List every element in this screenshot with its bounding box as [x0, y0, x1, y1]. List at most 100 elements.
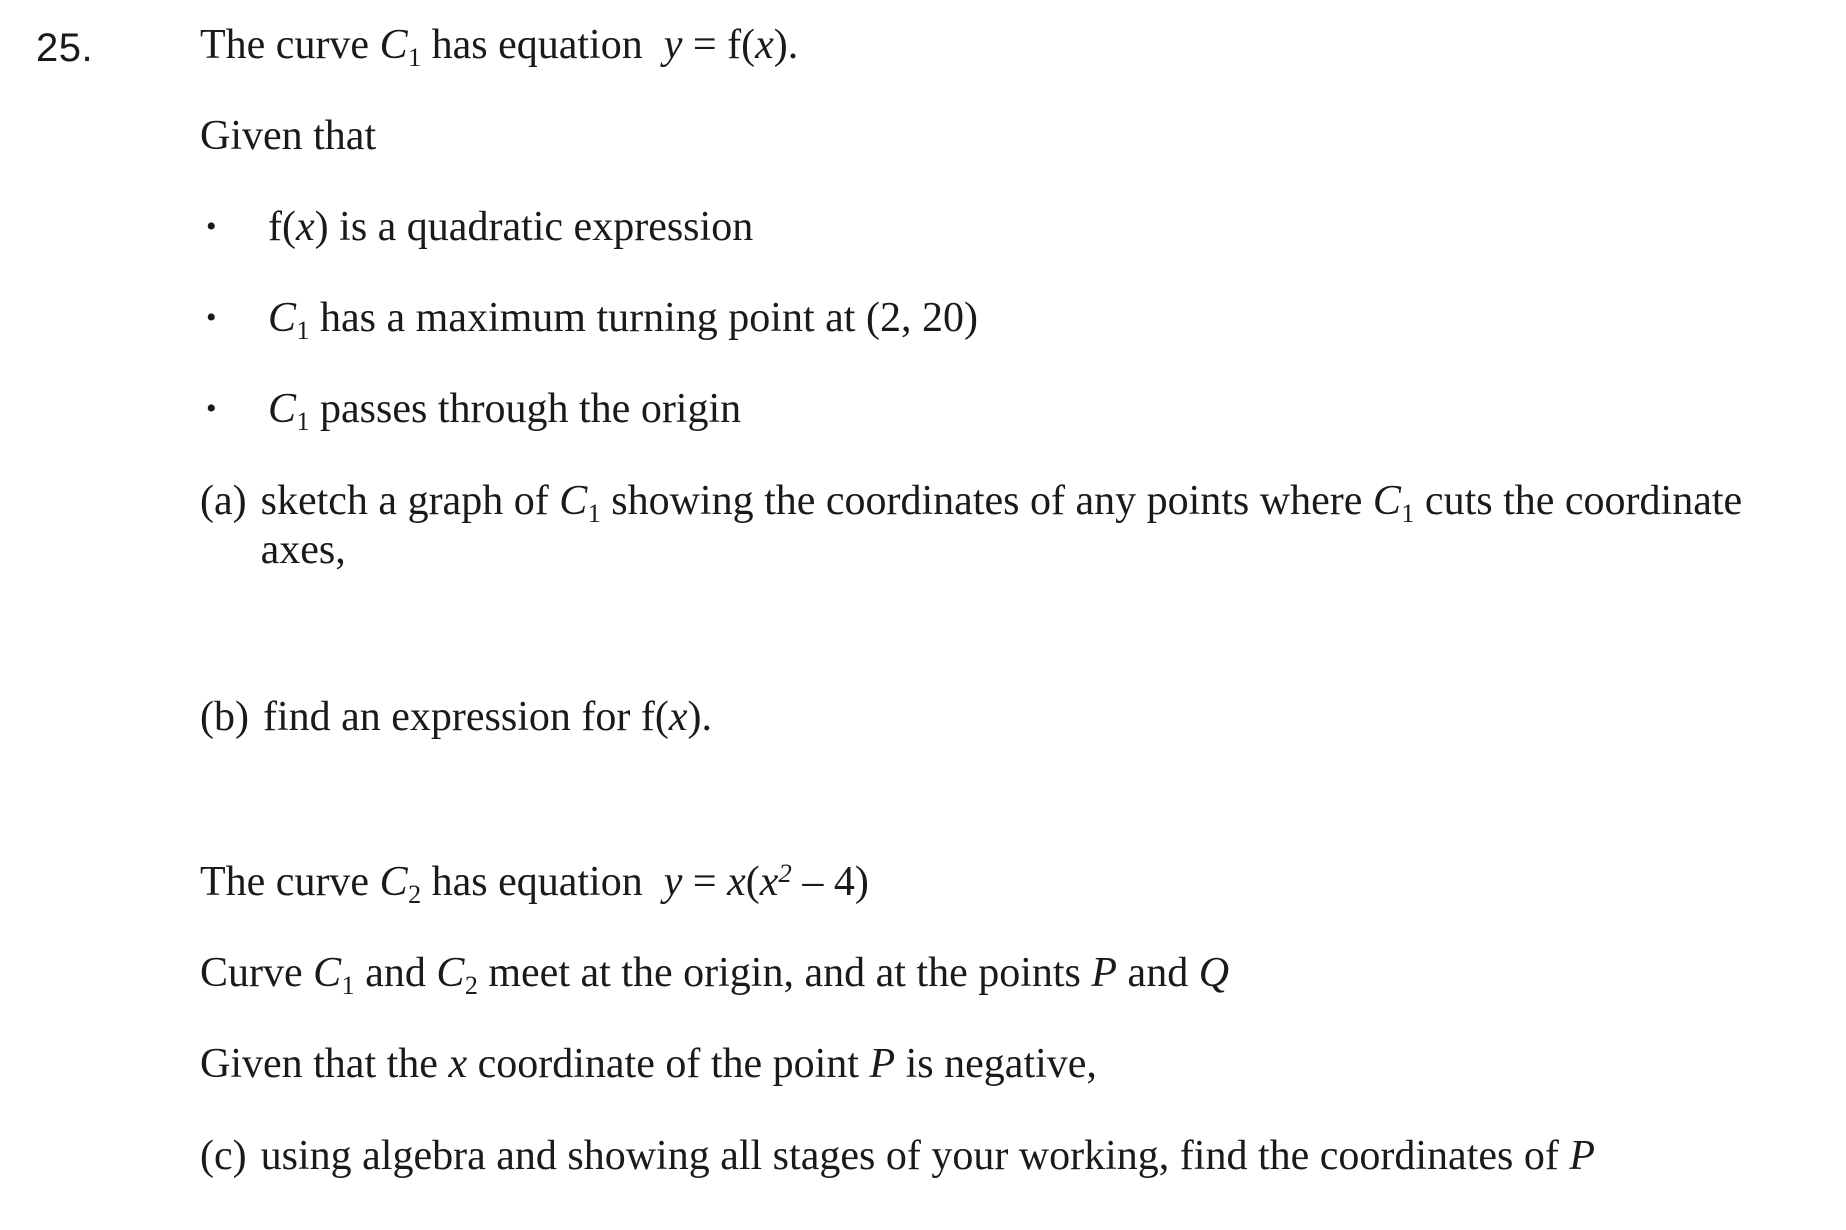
bullet-3-text: C1 passes through the origin [268, 386, 1820, 434]
function-f-pb: f [640, 693, 655, 740]
curve-letter-c-a1: C [559, 478, 588, 525]
the-curve-text-c2: The curve [200, 859, 370, 906]
subscript-one-m1: 1 [341, 971, 355, 1001]
subscript-one-b2: 1 [296, 315, 310, 345]
part-b-label: (b) [200, 693, 249, 740]
curves-meet-line: Curve C1 and C2 meet at the origin, and … [200, 950, 1820, 998]
paren-close: ) [773, 22, 788, 68]
neg-frag-1: Given that the [200, 1041, 438, 1088]
part-b-frag-1: find an expression for [262, 693, 631, 740]
meet-and-word: and [365, 950, 426, 997]
equals-sign-c2: = [692, 859, 717, 906]
subscript-two: 2 [408, 880, 422, 910]
variable-y: y [663, 22, 683, 68]
bullet-3-tail: passes through the origin [320, 386, 742, 433]
curve-c1-equation-line: The curve C1 has equation y = f(x). [200, 22, 1820, 70]
exponent-two: 2 [778, 858, 792, 889]
subscript-one-a2: 1 [1401, 498, 1415, 528]
neg-frag-2: coordinate of the point [477, 1041, 859, 1088]
variable-y-c2: y [663, 859, 683, 906]
curve-letter-c-b2: C [268, 295, 297, 342]
part-b: (b) find an expression for f(x). [200, 693, 1820, 742]
bullet-dot-icon: • [206, 392, 217, 426]
part-a-frag-1: sketch a graph of [260, 478, 549, 525]
curve-label-c2-meet: C2 [436, 950, 478, 998]
variable-x-neg: x [448, 1041, 468, 1088]
function-fx-b: f(x). [641, 694, 712, 740]
variable-x-b1: x [296, 204, 315, 251]
full-stop: . [787, 22, 799, 68]
paren-close-c2: ) [854, 859, 869, 906]
variable-x-pb: x [668, 693, 688, 740]
equation-y-equals-x-x2-minus-4: y = x(x2 – 4) [663, 858, 869, 906]
part-c-text: using algebra and showing all stages of … [261, 1132, 1820, 1181]
spacer-after-meet [200, 997, 1820, 1041]
curve-label-c1-b2: C1 [268, 295, 310, 343]
part-c-frag-1: using algebra and showing all stages of … [260, 1133, 1559, 1180]
function-f: f [727, 22, 742, 68]
paren-close-b1: ) [314, 204, 329, 251]
curve-letter-c-m1: C [313, 950, 342, 997]
spacer-after-c2 [200, 906, 1820, 950]
x-coordinate-negative-line: Given that the x coordinate of the point… [200, 1041, 1820, 1088]
curve-letter-c-a2: C [1372, 478, 1401, 525]
bullet-2-tail: has a maximum turning point at [320, 295, 856, 342]
curve-label-c1-meet: C1 [313, 950, 355, 998]
question-number: 25. [36, 26, 94, 70]
spacer-before-c2 [200, 741, 1820, 859]
curve-label-c1-a1: C1 [559, 478, 601, 526]
question-body-column: The curve C1 has equation y = f(x). Give… [200, 22, 1820, 1181]
paren-open-pb: ( [654, 693, 669, 740]
curve-label-c1-b3: C1 [268, 386, 310, 434]
bullet-dot-icon: • [206, 210, 217, 244]
point-label-p-neg: P [869, 1041, 896, 1088]
curve-c2-equation-line: The curve C2 has equation y = x(x2 – 4) [200, 858, 1820, 907]
subscript-one: 1 [408, 42, 422, 72]
point-label-q-meet: Q [1198, 950, 1230, 997]
subscript-two-m2: 2 [464, 971, 478, 1001]
subscript-one-b3: 1 [296, 406, 310, 436]
neg-frag-3: is negative, [905, 1041, 1097, 1088]
curve-letter-c: C [379, 22, 408, 68]
part-c: (c) using algebra and showing all stages… [200, 1132, 1820, 1181]
curve-letter-c-c2: C [379, 859, 408, 906]
curve-label-c1: C1 [379, 22, 422, 70]
part-a-frag-3: cuts the [1424, 478, 1555, 525]
point-label-p-meet: P [1091, 950, 1118, 997]
meet-andq-word: and [1127, 950, 1189, 997]
exam-question-page: 25. The curve C1 has equation y = f(x). … [0, 0, 1846, 1230]
has-equation-text-c2: has equation [431, 859, 643, 906]
the-curve-text: The curve [200, 22, 370, 68]
meet-curve-word: Curve [200, 950, 303, 997]
part-a-frag-2: showing the coordinates of any points wh… [611, 478, 1363, 525]
equals-sign: = [692, 22, 717, 68]
list-item-bullet-3: • C1 passes through the origin [200, 386, 1820, 434]
curve-label-c2: C2 [379, 859, 422, 907]
point-label-p-partc: P [1569, 1133, 1595, 1180]
variable-x-c2a: x [727, 859, 746, 906]
spacer-after-intro [200, 69, 1820, 113]
curve-label-c1-a2: C1 [1372, 478, 1415, 526]
function-f-b1: f [268, 204, 282, 251]
paren-close-pb: ) [687, 693, 702, 740]
given-that-heading: Given that [200, 113, 377, 160]
part-a: (a) sketch a graph of C1 showing the coo… [200, 477, 1820, 574]
list-item-bullet-2: • C1 has a maximum turning point at (2, … [200, 295, 1820, 343]
paren-open-c2: ( [745, 859, 760, 906]
list-item-bullet-1: • f(x) is a quadratic expression [200, 204, 1820, 251]
has-equation-text: has equation [431, 22, 643, 68]
part-a-label: (a) [200, 478, 247, 525]
bullet-1-tail: is a quadratic expression [339, 204, 754, 251]
part-b-text: find an expression for f(x). [263, 693, 1820, 742]
part-a-text: sketch a graph of C1 showing the coordin… [261, 477, 1820, 574]
curve-letter-c-m2: C [436, 950, 465, 997]
paren-open-b1: ( [282, 204, 296, 251]
equation-y-equals-fx: y = f(x). [653, 22, 799, 68]
part-c-label: (c) [200, 1133, 247, 1180]
spacer-before-part-c [200, 1088, 1820, 1132]
curve-letter-c-b3: C [268, 386, 297, 433]
bullet-dot-icon: • [206, 301, 217, 335]
bullet-2-text: C1 has a maximum turning point at (2, 20… [268, 295, 1820, 343]
variable-x: x [755, 22, 774, 68]
full-stop-pb: . [701, 693, 713, 740]
